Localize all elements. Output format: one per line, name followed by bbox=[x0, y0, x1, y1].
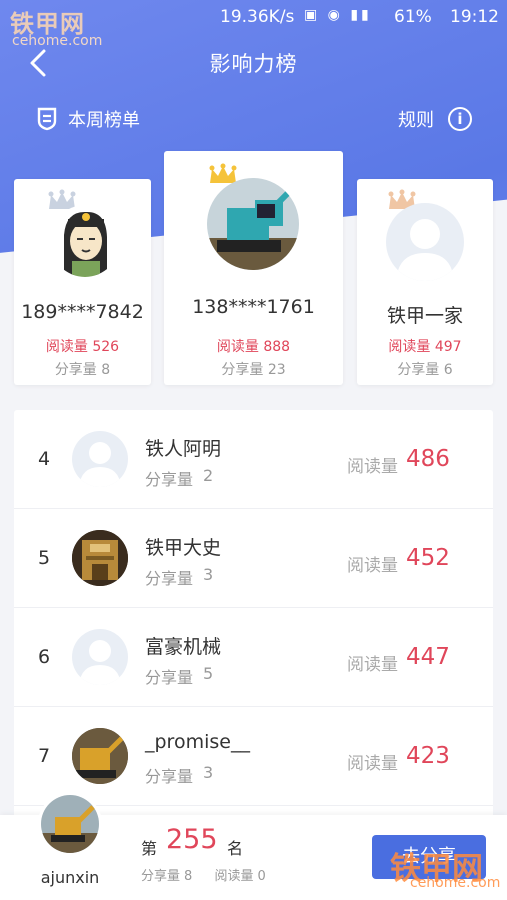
list-item[interactable]: 4 铁人阿明 分享量 2 阅读量 486 bbox=[14, 410, 493, 509]
share-label: 分享量 bbox=[145, 470, 194, 489]
podium-card-third[interactable]: 铁甲一家 阅读量 497 分享量 6 bbox=[357, 179, 493, 385]
weekly-label: 本周榜单 bbox=[68, 110, 140, 131]
rules-label: 规则 bbox=[398, 110, 434, 131]
share-count: 3 bbox=[203, 763, 214, 782]
watermark-url: cehome.com bbox=[12, 33, 103, 49]
user-name: 铁人阿明 bbox=[145, 438, 222, 460]
podium-card-first[interactable]: 138****1761 阅读量 888 分享量 23 bbox=[164, 151, 343, 385]
avatar bbox=[72, 431, 128, 487]
weekly-tab[interactable]: 本周榜单 bbox=[36, 106, 140, 132]
avatar bbox=[50, 205, 120, 277]
watermark-url: cehome.com bbox=[410, 875, 501, 891]
my-stats: 分享量 8 阅读量 0 bbox=[141, 869, 266, 884]
read-label: 阅读量 bbox=[347, 655, 398, 675]
battery-level: 61% bbox=[394, 7, 432, 27]
podium-reads: 阅读量 497 bbox=[388, 339, 462, 355]
podium-name: 铁甲一家 bbox=[386, 305, 463, 327]
rank-number: 4 bbox=[38, 448, 51, 470]
read-label: 阅读量 bbox=[347, 754, 398, 774]
rank-number: 7 bbox=[38, 745, 51, 767]
rank-suffix: 名 bbox=[227, 839, 244, 858]
podium-shares: 分享量 6 bbox=[397, 362, 453, 378]
my-name: ajunxin bbox=[40, 868, 100, 887]
user-name: _promise__ bbox=[145, 731, 250, 753]
info-icon: i bbox=[448, 107, 472, 131]
share-count: 2 bbox=[203, 466, 214, 485]
list-item[interactable]: 5 铁甲大史 分享量 3 阅读量 452 bbox=[14, 509, 493, 608]
list-item[interactable]: 6 富豪机械 分享量 5 阅读量 447 bbox=[14, 608, 493, 707]
clock: 19:12 bbox=[450, 7, 499, 27]
my-rank: 255 bbox=[166, 824, 218, 855]
avatar bbox=[72, 530, 128, 586]
my-rank-bar: ajunxin 第 255 名 分享量 8 阅读量 0 去分享 铁甲网 cehome… bbox=[0, 792, 507, 900]
read-label: 阅读量 bbox=[347, 457, 398, 477]
shield-icon bbox=[37, 107, 57, 131]
network-speed: 19.36K/s bbox=[220, 7, 295, 27]
share-count: 5 bbox=[203, 664, 214, 683]
share-count: 3 bbox=[203, 565, 214, 584]
podium-name: 138****1761 bbox=[192, 296, 315, 318]
signal-icons: ▣ ◉ ▮▮ bbox=[304, 7, 372, 23]
read-count: 486 bbox=[406, 446, 450, 472]
user-name: 富豪机械 bbox=[145, 636, 222, 658]
avatar bbox=[386, 203, 464, 281]
ranking-list: 4 铁人阿明 分享量 2 阅读量 486 5 铁甲大史 分享量 3 阅读量 45… bbox=[14, 410, 493, 830]
share-label: 分享量 bbox=[145, 668, 194, 687]
podium-shares: 分享量 8 bbox=[54, 362, 111, 378]
podium-name: 189****7842 bbox=[21, 301, 144, 323]
avatar bbox=[207, 178, 299, 270]
rules-button[interactable]: 规则 i bbox=[398, 106, 472, 132]
podium-shares: 分享量 23 bbox=[221, 362, 286, 378]
podium-reads: 阅读量 526 bbox=[45, 339, 120, 355]
share-label: 分享量 bbox=[145, 767, 194, 786]
read-count: 423 bbox=[406, 743, 450, 769]
podium-reads: 阅读量 888 bbox=[216, 339, 291, 355]
read-count: 452 bbox=[406, 545, 450, 571]
avatar bbox=[72, 728, 128, 784]
rank-number: 5 bbox=[38, 547, 51, 569]
rank-number: 6 bbox=[38, 646, 51, 668]
status-bar: 铁甲网 cehome.com 19.36K/s ▣ ◉ ▮▮ 61% 19:12 bbox=[0, 0, 507, 49]
list-item[interactable]: 7 _promise__ 分享量 3 阅读量 423 bbox=[14, 707, 493, 806]
podium-card-second[interactable]: 189****7842 阅读量 526 分享量 8 bbox=[14, 179, 151, 385]
user-name: 铁甲大史 bbox=[145, 537, 222, 559]
rank-prefix: 第 bbox=[141, 839, 158, 858]
share-label: 分享量 bbox=[145, 569, 194, 588]
avatar bbox=[38, 792, 102, 856]
avatar bbox=[72, 629, 128, 685]
page-title: 影响力榜 bbox=[209, 52, 298, 76]
read-label: 阅读量 bbox=[347, 556, 398, 576]
read-count: 447 bbox=[406, 644, 450, 670]
